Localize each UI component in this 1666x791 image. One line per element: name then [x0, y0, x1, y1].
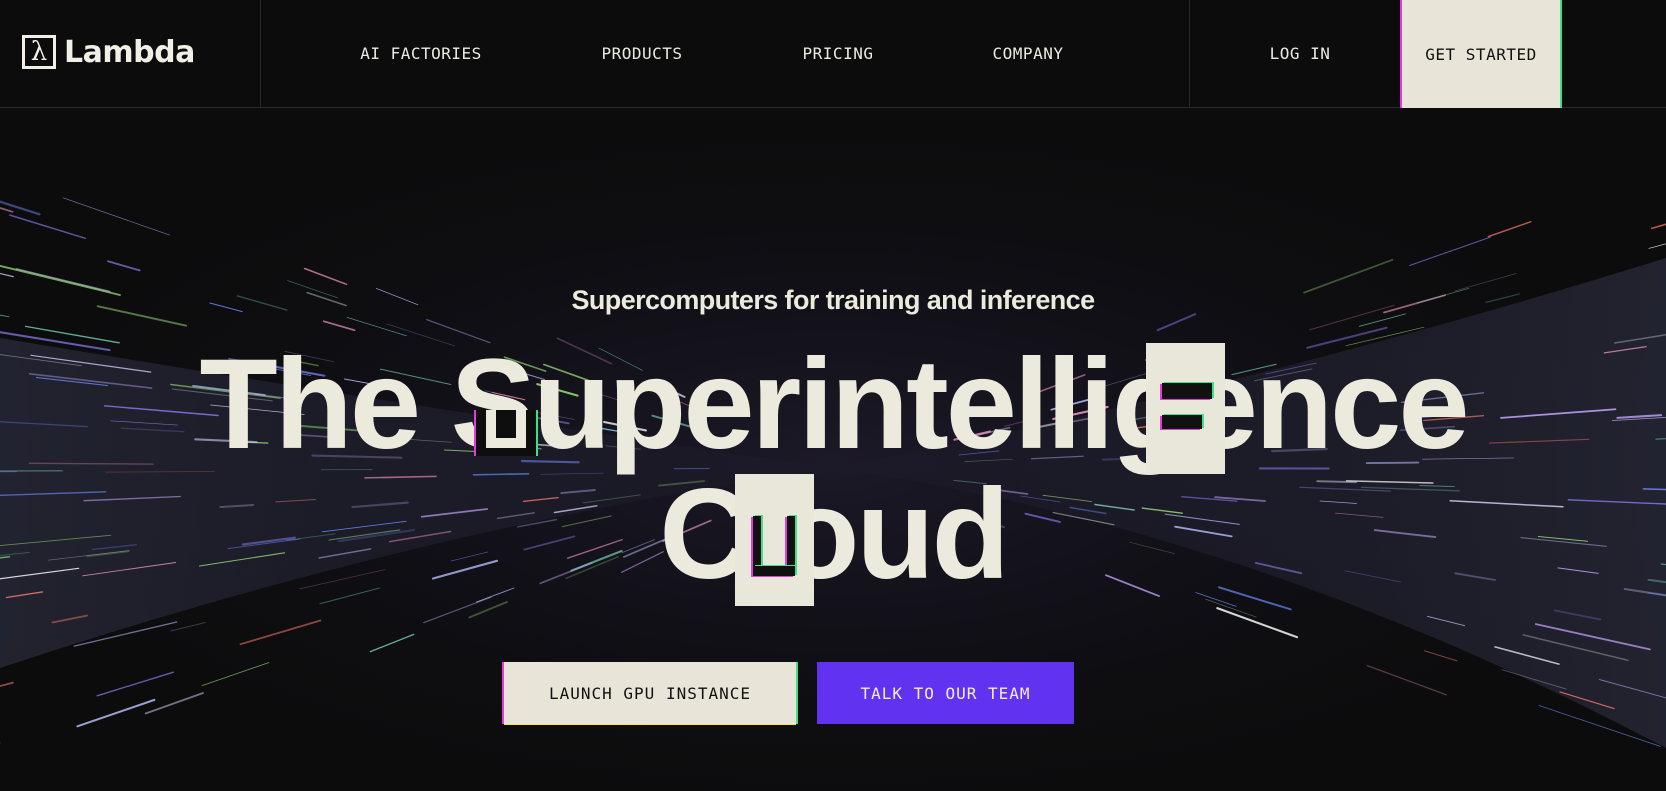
launch-gpu-instance-button[interactable]: LAUNCH GPU INSTANCE [504, 662, 796, 724]
lambda-logo[interactable]: λ Lambda [22, 32, 195, 72]
nav-item-products[interactable]: PRODUCTS [580, 0, 704, 106]
brand-name: Lambda [64, 34, 195, 70]
nav-item-pricing[interactable]: PRICING [780, 0, 896, 106]
glitch-letter-u [476, 410, 536, 456]
talk-to-our-team-button[interactable]: TALK TO OUR TEAM [817, 662, 1074, 724]
headline-line-2: Cloud [659, 463, 1010, 606]
hero-subtitle: Supercomputers for training and inferenc… [571, 285, 1096, 315]
hero-headline: The Superintelligence Cloud [0, 340, 1666, 600]
glitch-block-decoration [1146, 343, 1225, 474]
login-link[interactable]: LOG IN [1250, 0, 1350, 106]
lambda-logo-icon: λ [22, 35, 56, 69]
page: λ Lambda AI FACTORIES PRODUCTS PRICING C… [0, 0, 1666, 791]
site-header: λ Lambda AI FACTORIES PRODUCTS PRICING C… [0, 0, 1666, 108]
headline-line-1: The Superintelligence [199, 333, 1469, 476]
get-started-button[interactable]: GET STARTED [1402, 0, 1560, 108]
header-divider [1189, 0, 1190, 108]
glitch-block-decoration [735, 474, 814, 606]
header-divider [260, 0, 261, 108]
nav-item-ai-factories[interactable]: AI FACTORIES [345, 0, 497, 106]
nav-item-company[interactable]: COMPANY [975, 0, 1081, 106]
